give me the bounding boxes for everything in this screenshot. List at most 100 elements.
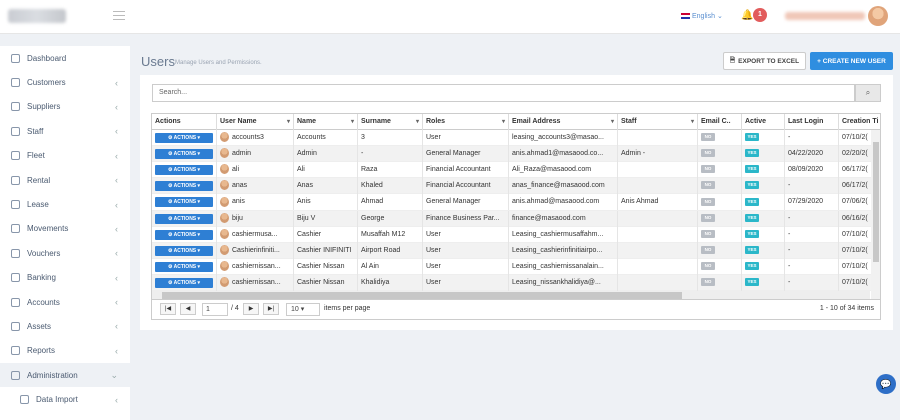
sidebar-item-vouchers[interactable]: Vouchers ‹ [0, 241, 130, 265]
last-page-button[interactable]: ▶| [263, 303, 279, 315]
cell-text: anas [232, 182, 248, 190]
search-input[interactable]: Search... [152, 84, 855, 102]
sidebar-item-fleet[interactable]: Fleet ‹ [0, 144, 130, 168]
column-menu-icon[interactable]: ▾ [691, 114, 694, 130]
company-logo[interactable] [8, 9, 66, 23]
sidebar-item-accounts[interactable]: Accounts ‹ [0, 290, 130, 314]
sidebar-item-assets[interactable]: Assets ‹ [0, 314, 130, 338]
column-header-user-name[interactable]: User Name ▾ [216, 114, 293, 130]
column-header-actions[interactable]: Actions [152, 114, 216, 130]
actions-button[interactable]: ⚙ ACTIONS ▾ [155, 181, 213, 192]
actions-label: ACTIONS [173, 199, 197, 206]
cell-text: Cashier Nissan [297, 262, 345, 270]
cell-name: Anas [293, 178, 357, 195]
actions-button[interactable]: ⚙ ACTIONS ▾ [155, 197, 213, 208]
column-header-roles[interactable]: Roles ▾ [422, 114, 508, 130]
create-new-user-button[interactable]: + CREATE NEW USER [810, 52, 893, 70]
export-to-excel-button[interactable]: 🗎 EXPORT TO EXCEL [723, 52, 806, 70]
column-header-email-c[interactable]: Email C.. [697, 114, 741, 130]
items-per-page-label: items per page [324, 305, 371, 312]
cell-text: ali [232, 166, 240, 174]
cell-text: 07/10/2( [842, 134, 868, 141]
menu-toggle-icon[interactable] [113, 11, 125, 20]
cell-username: ali [216, 162, 293, 179]
next-page-button[interactable]: ▶ [243, 303, 259, 315]
page-number-input[interactable]: 1 [202, 303, 228, 316]
actions-button[interactable]: ⚙ ACTIONS ▾ [155, 261, 213, 272]
column-menu-icon[interactable]: ▾ [611, 114, 614, 130]
status-badge: NO [701, 245, 715, 254]
table-row[interactable]: ⚙ ACTIONS ▾ cashiernissan... Cashier Nissa… [152, 258, 880, 275]
language-selector[interactable]: English ⌄ [681, 12, 723, 20]
column-menu-icon[interactable]: ▾ [416, 114, 419, 130]
column-header-staff[interactable]: Staff ▾ [617, 114, 697, 130]
column-menu-icon[interactable]: ▾ [287, 114, 290, 130]
actions-button[interactable]: ⚙ ACTIONS ▾ [155, 245, 213, 256]
status-badge: YES [745, 197, 759, 206]
sidebar-item-staff[interactable]: Staff ‹ [0, 119, 130, 143]
sidebar-item-rental[interactable]: Rental ‹ [0, 168, 130, 192]
chat-icon[interactable]: 💬 [876, 374, 896, 394]
sidebar-item-banking[interactable]: Banking ‹ [0, 266, 130, 290]
sidebar-item-data-import[interactable]: Data Import ‹ [0, 387, 130, 411]
search-icon[interactable]: ⌕ [855, 84, 881, 102]
cell-text: anis.ahmad1@masaood.co... [512, 150, 604, 158]
cell-text: Ahmad [361, 198, 384, 206]
cell-email-confirmed: NO [697, 178, 741, 195]
prev-page-button[interactable]: ◀ [180, 303, 196, 315]
sidebar-item-suppliers[interactable]: Suppliers ‹ [0, 95, 130, 119]
actions-button[interactable]: ⚙ ACTIONS ▾ [155, 149, 213, 160]
column-header-label: Actions [155, 118, 181, 125]
table-row[interactable]: ⚙ ACTIONS ▾ Cashierinfiniti... Cashier INI… [152, 242, 880, 259]
cell-email: Ali_Raza@masaood.com [508, 162, 617, 179]
sidebar-item-administration[interactable]: Administration ⌄ [0, 363, 130, 388]
actions-button[interactable]: ⚙ ACTIONS ▾ [155, 133, 213, 143]
vertical-scrollbar[interactable] [871, 130, 880, 299]
cell-surname: Al Ain [357, 258, 422, 275]
cell-active: YES [741, 226, 784, 243]
column-header-surname[interactable]: Surname ▾ [357, 114, 422, 130]
column-header-last-login[interactable]: Last Login [784, 114, 838, 130]
cell-last-login: 08/09/2020 [784, 162, 838, 179]
table-row[interactable]: ⚙ ACTIONS ▾ accounts3 Accounts 3 User leasing… [152, 130, 880, 147]
cell-text: - [788, 182, 791, 190]
table-row[interactable]: ⚙ ACTIONS ▾ ali Ali Raza Financial Accountan… [152, 162, 880, 179]
notification-badge[interactable]: 1 [753, 8, 767, 22]
sidebar-item-movements[interactable]: Movements ‹ [0, 217, 130, 241]
actions-button[interactable]: ⚙ ACTIONS ▾ [155, 277, 213, 288]
table-row[interactable]: ⚙ ACTIONS ▾ anis Anis Ahmad General Manager a… [152, 194, 880, 211]
table-row[interactable]: ⚙ ACTIONS ▾ cashiermusa... Cashier Musaffah… [152, 226, 880, 243]
column-header-email-address[interactable]: Email Address ▾ [508, 114, 617, 130]
table-row[interactable]: ⚙ ACTIONS ▾ cashiernissan... Cashier Nissa… [152, 274, 880, 292]
table-row[interactable]: ⚙ ACTIONS ▾ anas Anas Khaled Financial Accou… [152, 178, 880, 195]
actions-button[interactable]: ⚙ ACTIONS ▾ [155, 213, 213, 224]
page-title: Users [141, 54, 175, 69]
cell-surname: Raza [357, 162, 422, 179]
status-badge: YES [745, 149, 759, 158]
sidebar-item-dashboard[interactable]: Dashboard [0, 46, 130, 70]
user-name[interactable] [785, 12, 865, 20]
sidebar-item-lease[interactable]: Lease ‹ [0, 192, 130, 216]
column-header-name[interactable]: Name ▾ [293, 114, 357, 130]
sidebar-item-label: Vouchers [27, 248, 61, 258]
cell-active: YES [741, 162, 784, 179]
table-row[interactable]: ⚙ ACTIONS ▾ admin Admin - General Manager ani… [152, 146, 880, 163]
first-page-button[interactable]: |◀ [160, 303, 176, 315]
avatar [220, 196, 229, 207]
table-row[interactable]: ⚙ ACTIONS ▾ biju Biju V George Finance Busin… [152, 210, 880, 227]
page-size-value: 10 [291, 306, 299, 313]
sidebar-item-reports[interactable]: Reports ‹ [0, 339, 130, 363]
column-menu-icon[interactable]: ▾ [502, 114, 505, 130]
page-size-select[interactable]: 10 ▾ [286, 303, 320, 316]
horizontal-scrollbar[interactable] [152, 291, 870, 299]
actions-button[interactable]: ⚙ ACTIONS ▾ [155, 229, 213, 240]
column-header-creation-ti[interactable]: Creation Ti [838, 114, 878, 130]
column-menu-icon[interactable]: ▾ [351, 114, 354, 130]
actions-button[interactable]: ⚙ ACTIONS ▾ [155, 165, 213, 176]
actions-label: ACTIONS [173, 167, 197, 174]
cell-role: General Manager [422, 146, 508, 163]
sidebar-item-customers[interactable]: Customers ‹ [0, 70, 130, 94]
avatar[interactable] [868, 6, 888, 26]
bell-icon[interactable]: 🔔 [741, 10, 753, 21]
column-header-active[interactable]: Active [741, 114, 784, 130]
